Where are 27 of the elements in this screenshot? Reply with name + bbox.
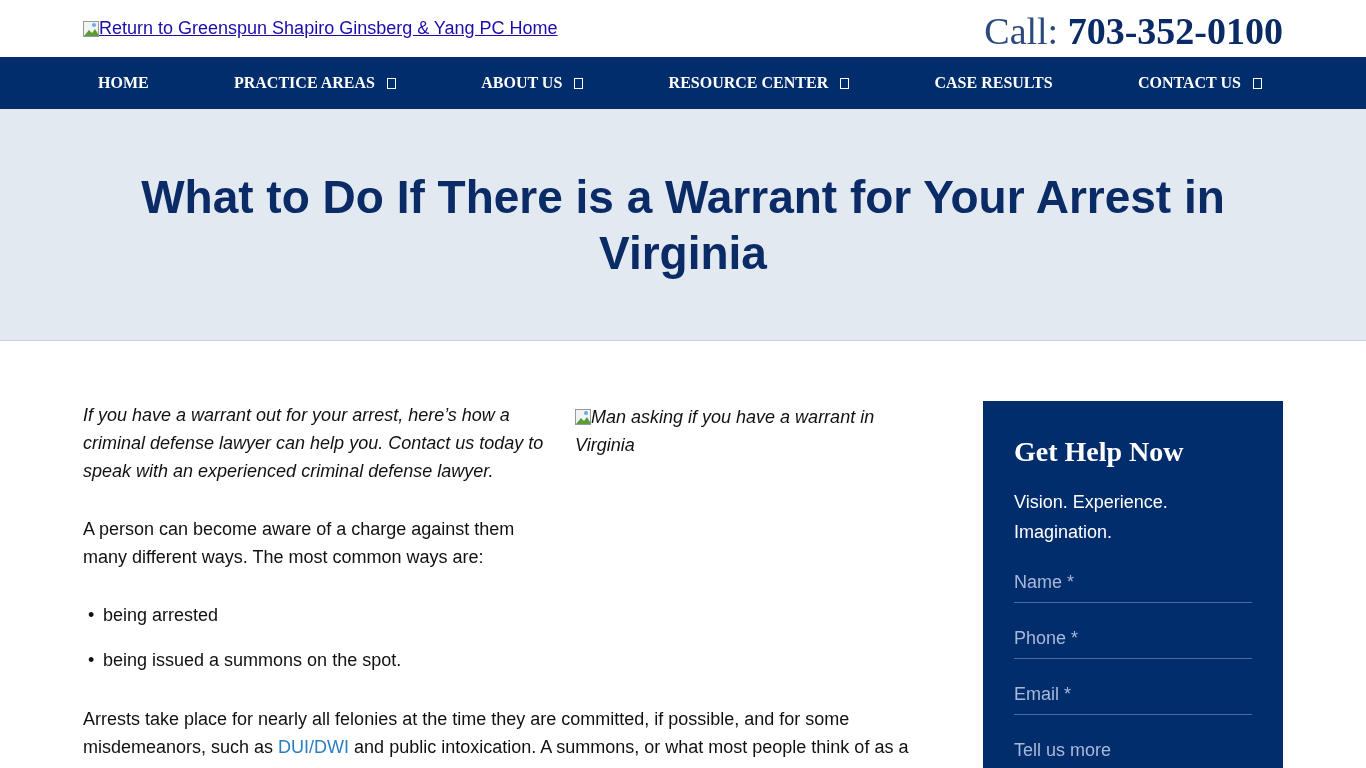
intro-text: If you have a warrant out for your arrest, here’s how a criminal defense lawyer can help you. Contact us today to speak with an experienced criminal defense lawyer.	[83, 404, 545, 483]
image-alt-text: Man asking if you have a warrant in Virginia	[575, 407, 875, 455]
bullet-item: being issued a summons on the spot.	[103, 649, 402, 672]
broken-image-icon	[575, 409, 591, 425]
panel-tagline: Vision. Experience. Imagination.	[1014, 491, 1169, 544]
bullet-marker: •	[87, 604, 96, 627]
broken-image-icon	[83, 20, 99, 37]
nav-link[interactable]: CONTACT US	[1137, 71, 1262, 95]
nav-link[interactable]: RESOURCE CENTER	[668, 71, 850, 95]
dui-link[interactable]: DUI/DWI	[278, 737, 350, 757]
body-text: A person can become aware of a charge against them many different ways. The most common ways are:	[83, 518, 516, 569]
nav-link[interactable]: ABOUT US	[481, 71, 584, 95]
page-title: What to Do If There is a Warrant for Your Arrest in Virginia	[140, 169, 1226, 281]
bullet-marker: •	[87, 649, 96, 672]
phone-link[interactable]: 703-352-0100	[1067, 9, 1283, 52]
call-label: Call:	[984, 9, 1060, 52]
body-text: Arrests take place for nearly all felonies at the time they are committed, if possible, and for some misdemeanors, such as DUI/DWI and public intoxication. A summons, or what most people think of as a	[83, 708, 910, 759]
nav-link[interactable]: PRACTICE AREAS	[234, 71, 396, 95]
input-field[interactable]: Email *	[1014, 675, 1252, 715]
input-field[interactable]: Name *	[1014, 563, 1252, 603]
nav-link[interactable]: CASE RESULTS	[934, 71, 1053, 95]
nav-link[interactable]: HOME	[98, 71, 149, 95]
input-field[interactable]: Phone *	[1014, 619, 1252, 659]
bullet-item: being arrested	[103, 604, 219, 627]
logo-link[interactable]: Return to Greenspun Shapiro Ginsberg & Yang PC Home	[83, 15, 558, 42]
input-field[interactable]: Tell us more	[1014, 731, 1252, 768]
panel-title: Get Help Now	[1014, 435, 1185, 469]
